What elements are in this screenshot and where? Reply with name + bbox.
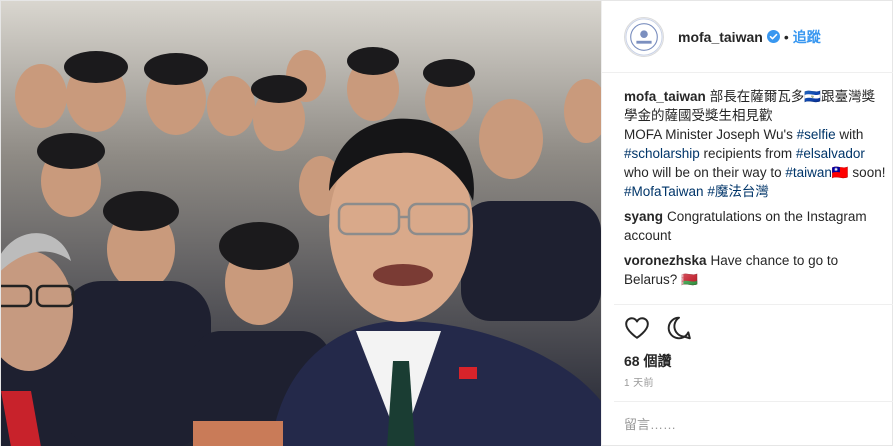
hashtag-scholarship[interactable]: #scholarship bbox=[624, 146, 700, 161]
heart-icon[interactable] bbox=[624, 315, 650, 341]
post-header: mofa_taiwan • 追蹤 bbox=[602, 1, 893, 73]
action-bar bbox=[624, 315, 692, 341]
post-sidebar: mofa_taiwan • 追蹤 mofa_taiwan 部長在薩爾瓦多🇸🇻跟臺灣… bbox=[601, 1, 893, 446]
account-username[interactable]: mofa_taiwan bbox=[678, 29, 763, 45]
add-comment-input[interactable] bbox=[624, 414, 864, 434]
caption-english: MOFA Minister Joseph Wu's #selfie with #… bbox=[624, 125, 886, 182]
hashtag-taiwan[interactable]: #taiwan bbox=[785, 165, 832, 180]
caption-username[interactable]: mofa_taiwan bbox=[624, 89, 706, 104]
caption-text: with bbox=[835, 127, 864, 142]
comments-list: mofa_taiwan 部長在薩爾瓦多🇸🇻跟臺灣獎學金的薩國受獎生相見歡 MOFA… bbox=[624, 87, 886, 295]
comment-icon[interactable] bbox=[666, 315, 692, 341]
caption-text: MOFA Minister Joseph Wu's bbox=[624, 127, 797, 142]
mofa-logo-icon bbox=[625, 17, 663, 56]
like-count[interactable]: 68 個讚 bbox=[624, 351, 671, 371]
follow-button[interactable]: 追蹤 bbox=[793, 27, 821, 47]
header-separator: • bbox=[783, 28, 789, 45]
hashtag-elsalvador[interactable]: #elsalvador bbox=[796, 146, 865, 161]
hashtag-mofataiwan[interactable]: #MofaTaiwan bbox=[624, 184, 704, 199]
hashtag-selfie[interactable]: #selfie bbox=[797, 127, 836, 142]
comment-item: syang Congratulations on the Instagram ac… bbox=[624, 207, 886, 245]
caption-text: 🇹🇼 soon! bbox=[831, 165, 886, 180]
divider bbox=[614, 401, 893, 402]
caption: mofa_taiwan 部長在薩爾瓦多🇸🇻跟臺灣獎學金的薩國受獎生相見歡 MOFA… bbox=[624, 87, 886, 201]
instagram-post: mofa_taiwan • 追蹤 mofa_taiwan 部長在薩爾瓦多🇸🇻跟臺灣… bbox=[0, 0, 893, 446]
group-selfie-image bbox=[1, 1, 601, 446]
comment-item: voronezhska Have chance to go to Belarus?… bbox=[624, 251, 886, 289]
caption-text: who will be on their way to bbox=[624, 165, 786, 180]
divider bbox=[614, 304, 893, 305]
caption-hashtags: #MofaTaiwan #魔法台灣 bbox=[624, 182, 886, 201]
comment-username[interactable]: voronezhska bbox=[624, 253, 707, 268]
account-avatar[interactable] bbox=[624, 16, 664, 57]
post-timestamp[interactable]: 1 天前 bbox=[624, 374, 654, 389]
hashtag-magic-taiwan[interactable]: #魔法台灣 bbox=[707, 184, 769, 199]
comment-username[interactable]: syang bbox=[624, 209, 663, 224]
post-photo[interactable] bbox=[1, 1, 601, 446]
caption-text: recipients from bbox=[699, 146, 796, 161]
verified-badge-icon bbox=[766, 30, 780, 43]
